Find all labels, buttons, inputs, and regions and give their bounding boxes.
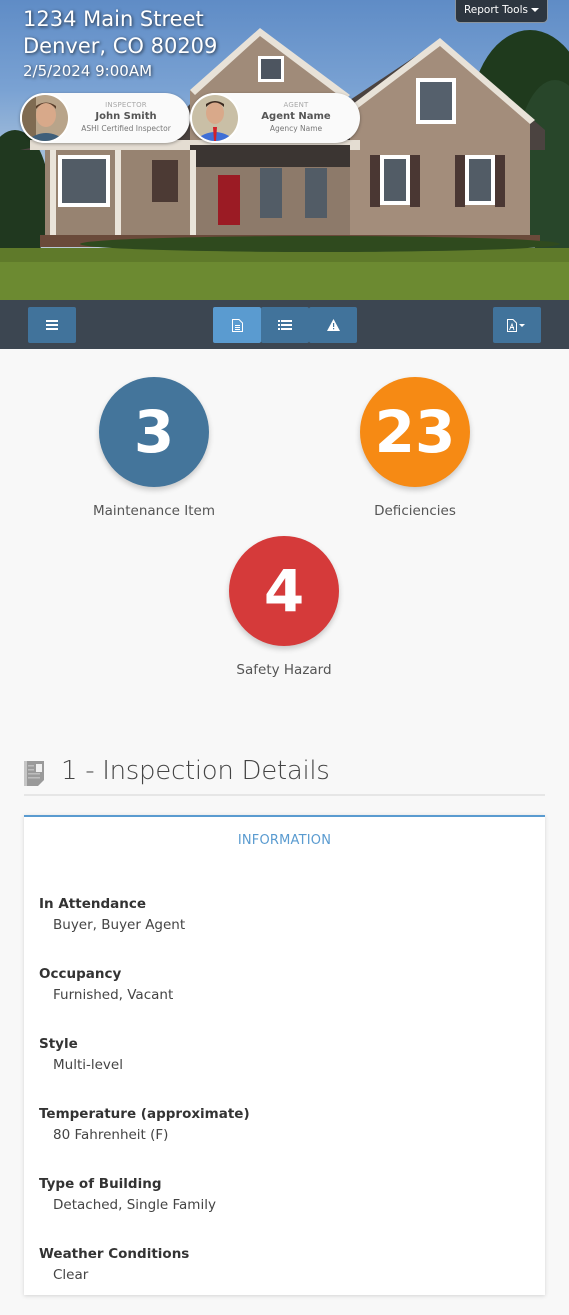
agent-role: AGENT <box>283 101 309 109</box>
maintenance-label: Maintenance Item <box>93 503 215 519</box>
deficiencies-label: Deficiencies <box>374 503 456 519</box>
menu-icon <box>46 320 58 330</box>
agency-name: Agency Name <box>269 124 323 133</box>
section-title: 1 - Inspection Details <box>61 756 330 786</box>
info-item: Weather Conditions Clear <box>39 1245 250 1315</box>
property-address: 1234 Main Street Denver, CO 80209 2/5/20… <box>23 6 217 81</box>
list-icon <box>278 320 292 330</box>
information-list: In Attendance Buyer, Buyer Agent Occupan… <box>39 895 250 1315</box>
info-label: Style <box>39 1036 78 1052</box>
info-value: 80 Fahrenheit (F) <box>53 1127 169 1143</box>
info-label: Weather Conditions <box>39 1246 190 1262</box>
stat-safety-hazard[interactable]: 4 Safety Hazard <box>204 536 364 678</box>
info-value: Furnished, Vacant <box>53 987 174 1003</box>
document-icon <box>231 318 243 332</box>
info-value: Multi-level <box>53 1057 123 1073</box>
info-item: Temperature (approximate) 80 Fahrenheit … <box>39 1105 250 1175</box>
info-value: Clear <box>53 1267 89 1283</box>
address-line2: Denver, CO 80209 <box>23 34 218 58</box>
info-label: Occupancy <box>39 966 122 982</box>
report-tools-label: Report Tools <box>463 4 528 16</box>
section-header: 1 - Inspection Details <box>24 756 545 796</box>
agent-name: Agent Name <box>261 111 331 122</box>
inspection-datetime: 2/5/2024 9:00AM <box>23 62 153 80</box>
summary-stats: 3 Maintenance Item 23 Deficiencies 4 Saf… <box>0 349 569 744</box>
maintenance-count: 3 <box>99 377 209 487</box>
inspector-name: John Smith <box>95 111 157 122</box>
safety-hazards-button[interactable] <box>309 307 357 343</box>
address-line1: 1234 Main Street <box>23 7 204 31</box>
summary-button[interactable] <box>261 307 309 343</box>
info-item: Type of Building Detached, Single Family <box>39 1175 250 1245</box>
inspector-role: INSPECTOR <box>105 101 147 109</box>
info-value: Detached, Single Family <box>53 1197 216 1213</box>
pdf-icon <box>507 318 525 332</box>
warning-icon <box>326 319 340 331</box>
safety-hazard-count: 4 <box>229 536 339 646</box>
inspector-certification: ASHI Certified Inspector <box>81 124 171 133</box>
card-title: INFORMATION <box>237 833 332 848</box>
report-tools-button[interactable]: Report Tools <box>454 0 548 23</box>
safety-hazard-label: Safety Hazard <box>236 662 332 678</box>
hero-banner: 1234 Main Street Denver, CO 80209 2/5/20… <box>0 0 569 300</box>
full-report-button[interactable] <box>213 307 261 343</box>
stat-deficiencies[interactable]: 23 Deficiencies <box>335 377 495 519</box>
agent-avatar <box>190 93 240 143</box>
info-label: Type of Building <box>39 1176 162 1192</box>
agent-card[interactable]: AGENT Agent Name Agency Name <box>190 93 360 143</box>
pdf-download-button[interactable] <box>493 307 541 343</box>
info-label: In Attendance <box>39 896 146 912</box>
stat-maintenance[interactable]: 3 Maintenance Item <box>74 377 234 519</box>
menu-button[interactable] <box>28 307 76 343</box>
info-item: Style Multi-level <box>39 1035 250 1105</box>
inspector-card[interactable]: INSPECTOR John Smith ASHI Certified Insp… <box>20 93 190 143</box>
section-document-icon <box>24 761 44 786</box>
info-value: Buyer, Buyer Agent <box>53 917 186 933</box>
caret-down-icon <box>531 8 539 12</box>
info-label: Temperature (approximate) <box>39 1106 250 1122</box>
deficiencies-count: 23 <box>360 377 470 487</box>
info-item: Occupancy Furnished, Vacant <box>39 965 250 1035</box>
information-card: INFORMATION In Attendance Buyer, Buyer A… <box>24 815 545 1295</box>
report-toolbar <box>0 300 569 349</box>
info-item: In Attendance Buyer, Buyer Agent <box>39 895 250 965</box>
inspector-avatar <box>20 93 70 143</box>
